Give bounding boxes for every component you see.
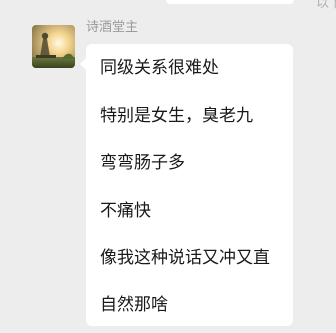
top-right-text: 以下 [315,0,336,11]
message-bubble[interactable]: 同级关系很难处 特别是女生，臭老九 弯弯肠子多 不痛快 像我这种说话又冲又直 自… [80,44,293,326]
message-line: 弯弯肠子多 [100,153,185,173]
message-line: 同级关系很难处 [100,58,219,78]
message-line: 自然那啥 [100,295,168,315]
sender-name: 诗酒堂主 [86,20,139,35]
message-line: 不痛快 [100,201,151,221]
previous-message-bubble[interactable] [166,0,294,4]
statue-avatar-icon [32,25,75,68]
sender-avatar[interactable] [32,25,75,68]
message-line: 像我这种说话又冲又直 [100,248,270,268]
message-line: 特别是女生，臭老九 [100,106,253,126]
